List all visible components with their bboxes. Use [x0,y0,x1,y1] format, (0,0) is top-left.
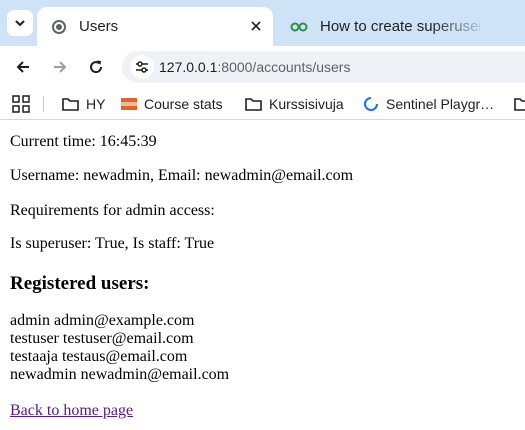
folder-icon [245,98,262,111]
bookmark-kurssisivuja[interactable]: Kurssisivuja [245,94,344,114]
chevron-down-icon [15,20,25,27]
url-host: 127.0.0.1 [159,59,218,75]
globe-icon [52,19,66,34]
tune-icon [136,61,148,73]
geeksforgeeks-icon [290,22,308,31]
tab-title: Users [79,18,119,35]
user-info-text: Username: newadmin, Email: newadmin@emai… [10,167,354,184]
list-item: testuser testuser@email.com [10,330,194,347]
list-item: newadmin newadmin@email.com [10,366,230,383]
requirements-text: Requirements for admin access: [10,202,215,219]
bookmark-label: Course stats [144,96,223,112]
flag-icon [121,98,137,110]
current-time-text: Current time: 16:45:39 [10,133,157,150]
loading-icon [364,97,378,111]
browser-toolbar: 127.0.0.1:8000/accounts/users [0,46,525,88]
arrow-left-icon [16,61,29,73]
tab-search-button[interactable] [7,10,33,36]
bookmark-separator [43,96,44,112]
tab-strip: Users How to create superuser [0,0,525,46]
bookmark-label: Kurssisivuja [269,96,344,112]
close-icon[interactable] [247,17,265,35]
registered-users-heading: Registered users: [10,273,150,294]
bookmark-label: HY [86,96,106,112]
bookmark-overflow[interactable] [514,94,525,114]
bookmark-hy[interactable]: HY [62,94,105,114]
url-text: 127.0.0.1:8000/accounts/users [159,59,350,75]
back-button[interactable] [12,56,34,78]
url-path: :8000/accounts/users [217,59,351,75]
tab-fade [430,7,490,46]
apps-grid-icon [12,95,30,113]
bookmark-sentinel-playground[interactable]: Sentinel Playgr… [363,94,494,114]
site-info-button[interactable] [130,55,154,79]
folder-icon [62,98,79,111]
reload-icon [90,60,103,74]
reload-button[interactable] [85,56,107,78]
arrow-right-icon [54,61,67,73]
address-bar[interactable]: 127.0.0.1:8000/accounts/users [122,51,525,83]
back-to-home-link[interactable]: Back to home page [10,402,133,419]
bookmark-label: Sentinel Playgr… [386,96,495,112]
users-list: admin admin@example.com testuser testuse… [10,312,229,384]
forward-button[interactable] [49,56,71,78]
folder-icon [514,98,525,111]
bookmarks-bar: HY Course stats Kurssisivuja Sentinel Pl… [0,88,525,120]
admin-flags-text: Is superuser: True, Is staff: True [10,235,215,252]
apps-button[interactable] [12,94,30,114]
list-item: admin admin@example.com [10,312,195,329]
tab-users[interactable]: Users [37,7,273,46]
bookmark-course-stats[interactable]: Course stats [121,94,223,114]
list-item: testaaja testaus@email.com [10,348,188,365]
